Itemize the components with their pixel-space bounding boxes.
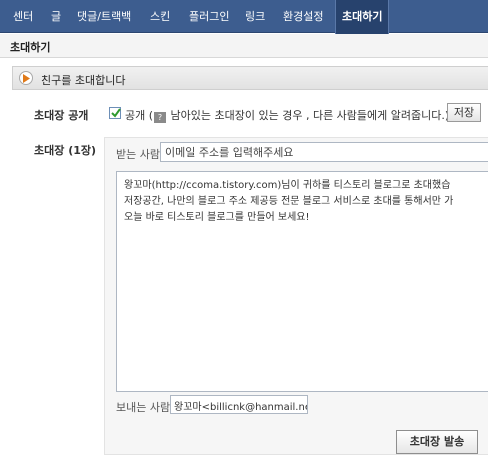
sender-field[interactable]: 왕꼬마<billicnk@hanmail.net>: [170, 395, 308, 414]
recipient-label: 받는 사람: [116, 148, 160, 161]
public-label: 초대장 공개: [34, 109, 89, 122]
nav-item-posts[interactable]: 글: [51, 0, 61, 33]
sender-label: 보내는 사람: [116, 401, 171, 414]
public-checkbox-label: 공개 (: [125, 109, 154, 122]
message-line: 저장공간, 나만의 블로그 주소 제공등 전문 블로그 서비스로 초대를 통해서…: [124, 196, 454, 207]
recipient-input[interactable]: [160, 142, 488, 162]
top-nav: 센터 글 댓글/트랙백 스킨 플러그인 링크 환경설정 초대하기: [0, 0, 488, 34]
play-arrow-icon: [19, 71, 33, 85]
page-title-bar: 초대하기: [0, 34, 488, 58]
message-line: 오늘 바로 티스토리 블로그를 만들어 보세요!: [124, 212, 310, 223]
public-desc-text: 남아있는 초대장이 있는 경우 , 다른 사람들에게 알려줍니다.): [170, 109, 450, 122]
message-textarea[interactable]: 왕꼬마(http://ccoma.tistory.com)님이 귀하를 티스토리…: [116, 171, 488, 392]
public-checkbox[interactable]: [109, 107, 121, 119]
nav-item-plugins[interactable]: 플러그인: [189, 0, 229, 33]
message-line: 왕꼬마(http://ccoma.tistory.com)님이 귀하를 티스토리…: [124, 180, 451, 191]
public-description: 공개 (? 남아있는 초대장이 있는 경우 , 다른 사람들에게 알려줍니다.): [125, 107, 449, 123]
invite-label: 초대장 (1장): [34, 144, 97, 157]
nav-item-settings[interactable]: 환경설정: [283, 0, 323, 33]
page-title: 초대하기: [10, 41, 51, 54]
section-title: 친구를 초대합니다: [41, 74, 126, 87]
invite-count-icon: ?: [154, 112, 167, 123]
nav-item-center[interactable]: 센터: [13, 0, 33, 33]
nav-item-comments-trackbacks[interactable]: 댓글/트랙백: [77, 0, 131, 33]
section-header: 친구를 초대합니다: [12, 66, 488, 90]
save-button[interactable]: 저장: [447, 103, 481, 122]
nav-item-skin[interactable]: 스킨: [150, 0, 170, 33]
nav-item-links[interactable]: 링크: [245, 0, 265, 33]
send-invite-button[interactable]: 초대장 발송: [396, 430, 478, 454]
nav-item-invite[interactable]: 초대하기: [335, 0, 390, 34]
